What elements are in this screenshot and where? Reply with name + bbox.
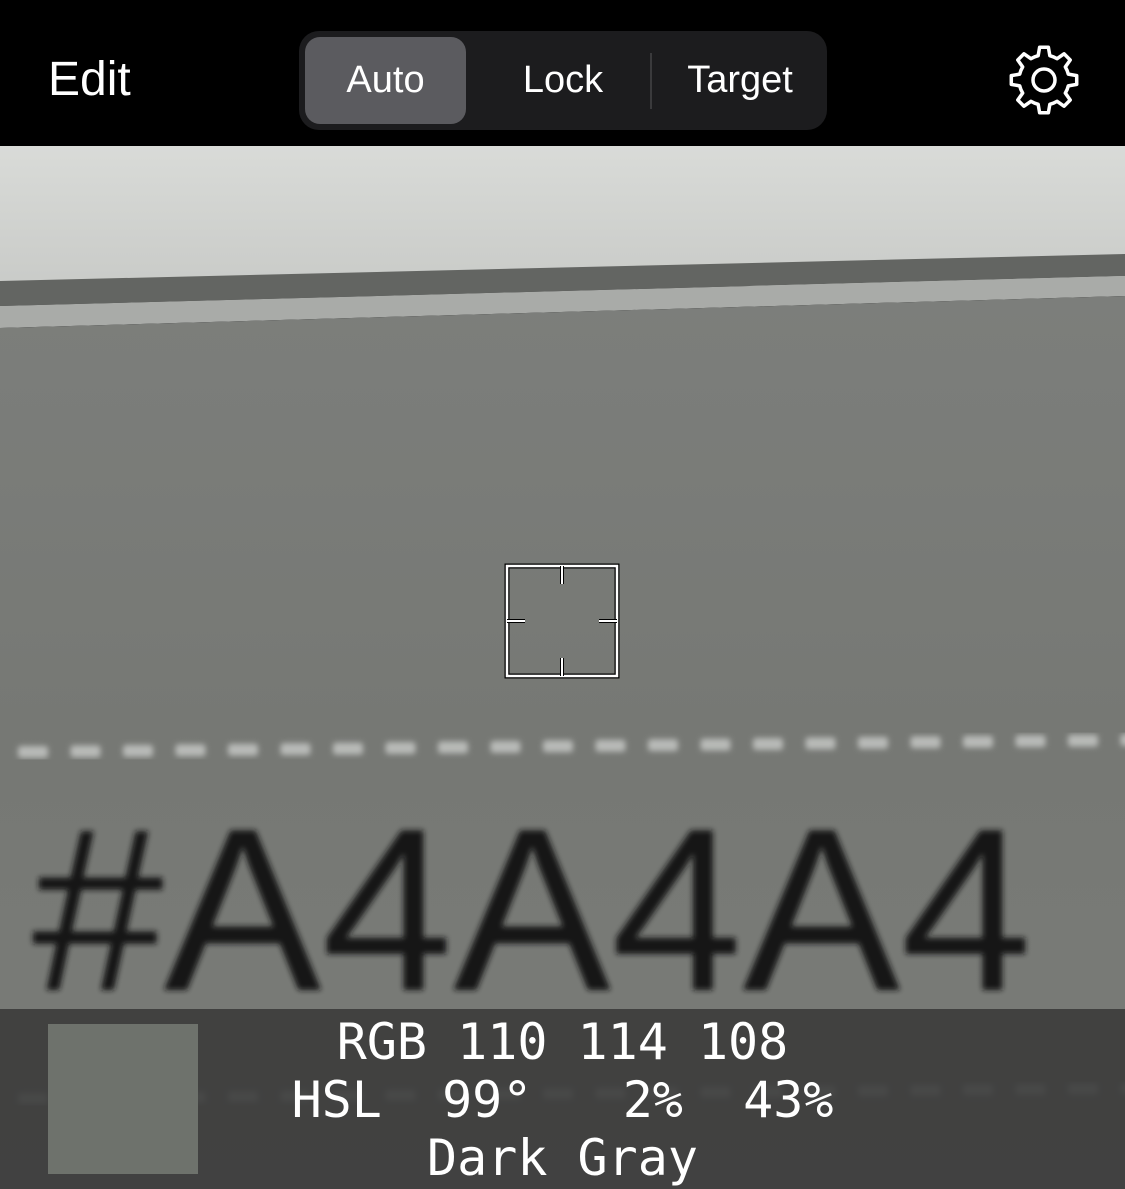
camera-hex-text: #A4A4A4: [32, 781, 1032, 1040]
rgb-readout: RGB 110 114 108: [336, 1013, 789, 1071]
dash-segment: [753, 738, 783, 750]
dash-segment: [648, 739, 678, 752]
dash-segment: [1120, 734, 1125, 746]
dash-segment: [805, 737, 836, 750]
hsl-readout: HSL 99° 2% 43%: [291, 1071, 834, 1129]
mode-lock-segment[interactable]: Lock: [479, 37, 647, 124]
dash-segment: [910, 736, 941, 749]
color-name: Dark Gray: [427, 1129, 698, 1187]
dash-segment: [963, 735, 993, 748]
dash-segment: [228, 743, 258, 756]
dash-segment: [1015, 735, 1046, 748]
dash-segment: [70, 745, 101, 758]
dash-segment: [858, 736, 888, 749]
dash-segment: [385, 742, 416, 754]
dash-segment: [1068, 734, 1098, 747]
dash-segment: [333, 742, 363, 755]
top-bar: Edit Auto Lock Target: [0, 0, 1125, 146]
color-swatch: [48, 1024, 198, 1174]
gear-icon: [1009, 45, 1079, 115]
mode-auto-segment[interactable]: Auto: [305, 37, 466, 124]
color-info-panel: RGB 110 114 108 HSL 99° 2% 43% Dark Gray: [0, 1009, 1125, 1189]
mode-target-segment[interactable]: Target: [653, 37, 827, 124]
mode-segmented-control: Auto Lock Target: [299, 31, 827, 130]
dash-segment: [595, 739, 626, 752]
edit-button[interactable]: Edit: [48, 50, 131, 110]
segment-divider: [650, 53, 652, 109]
dash-segment: [175, 744, 206, 757]
dash-segment: [700, 738, 731, 751]
dash-segment: [18, 746, 48, 758]
settings-button[interactable]: [1004, 40, 1084, 120]
dash-segment: [490, 740, 521, 753]
dash-segment: [543, 740, 573, 753]
dash-segment: [123, 744, 153, 757]
dash-segment: [280, 743, 311, 756]
dash-segment: [438, 741, 468, 754]
color-picker-app: Edit Auto Lock Target #A4A4A4 RGB 110 11…: [0, 0, 1125, 1189]
